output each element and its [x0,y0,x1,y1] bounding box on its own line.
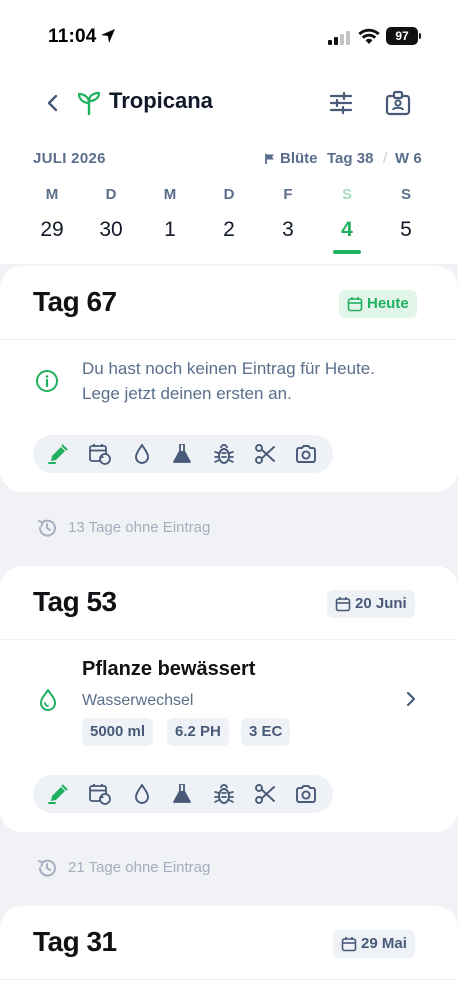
date-badge: 20 Juni [327,590,415,618]
phase-day-label: Tag 38 [327,150,374,167]
sprout-icon [77,91,101,116]
scissors-icon[interactable] [253,782,277,806]
card-title: Tag 53 [33,586,117,617]
calendar-header: JULI 2026 Blüte Tag 38 / W 6 [0,150,458,170]
day-letter: M [163,186,177,203]
wifi-icon [358,28,380,44]
day-cell[interactable]: S5 [386,186,426,242]
camera-icon[interactable] [294,442,318,466]
cellular-signal-icon [328,31,350,45]
flag-icon [265,154,274,164]
card-title: Tag 31 [33,926,117,957]
message-line: Du hast noch keinen Eintrag für Heute. [82,359,375,378]
date-badge-label: 29 Mai [361,935,407,952]
battery-tip [419,33,421,39]
info-icon [36,370,58,392]
value-chip: 5000 ml [82,718,154,746]
calendar-repeat-icon[interactable] [88,782,112,806]
battery-indicator: 97 [386,27,418,45]
page-title: Tropicana [109,88,213,113]
empty-day-message: Du hast noch keinen Eintrag für Heute. L… [82,356,375,406]
entry-subtitle: Wasserwechsel [82,692,194,709]
day-letter: M [45,186,59,203]
day-letter: S [341,186,352,203]
day-cell-selected[interactable]: S4 [327,186,367,254]
back-chevron-icon[interactable] [40,90,66,116]
scissors-icon[interactable] [253,442,277,466]
nav-bar: Tropicana [0,82,458,122]
day-number: 4 [341,218,353,241]
date-badge: Heute [339,290,417,318]
chevron-right-icon [406,691,416,707]
water-drop-icon[interactable] [130,782,154,806]
day-cell[interactable]: F3 [268,186,308,242]
card-header: Tag 31 29 Mai [0,906,458,980]
value-chip: 6.2 PH [167,718,229,746]
day-number: 29 [40,218,64,241]
bug-icon[interactable] [212,442,236,466]
day-cell[interactable]: D 30 [91,186,131,242]
flask-icon[interactable] [170,442,194,466]
date-badge-label: Heute [367,295,409,312]
flask-icon[interactable] [170,782,194,806]
card-header: Tag 67 Heute [0,266,458,340]
day-number: 3 [282,218,294,241]
day-letter: D [105,186,117,203]
day-card: Tag 31 29 Mai [0,906,458,1000]
day-number: 5 [400,218,412,241]
status-bar: 11:04 97 [0,22,458,52]
day-letter: S [400,186,411,203]
separator: / [383,150,388,167]
message-line: Lege jetzt deinen ersten an. [82,384,292,403]
grow-phase-label: Blüte [280,150,318,167]
history-icon [38,519,56,537]
date-badge: 29 Mai [333,930,415,958]
day-card: Tag 53 20 Juni Pflanze bewässert Wasserw… [0,566,458,832]
day-number: 2 [223,218,235,241]
history-icon [38,859,56,877]
day-letter: D [223,186,235,203]
calendar-repeat-icon[interactable] [88,442,112,466]
day-card: Tag 67 Heute Du hast noch keinen Eintrag… [0,266,458,492]
water-drop-icon [40,689,56,711]
calendar-icon [341,937,357,952]
date-badge-label: 20 Juni [355,595,407,612]
card-title: Tag 67 [33,286,117,317]
calendar-icon [347,297,363,312]
calendar-icon [335,597,351,612]
day-cell[interactable]: D2 [209,186,249,242]
day-number: 30 [99,218,123,241]
edit-icon[interactable] [46,442,70,466]
gap-label: 21 Tage ohne Eintrag [68,859,211,876]
action-toolbar [33,775,333,813]
day-cell[interactable]: M 29 [32,186,72,242]
status-time: 11:04 [48,26,97,47]
id-badge-icon[interactable] [384,89,412,117]
selected-day-indicator [333,250,361,254]
week-label: W 6 [395,150,422,167]
day-cell[interactable]: M1 [150,186,190,242]
day-number: 1 [164,218,176,241]
gap-label: 13 Tage ohne Eintrag [68,519,211,536]
bug-icon[interactable] [212,782,236,806]
sliders-icon[interactable] [328,90,354,116]
day-letter: F [283,186,293,203]
month-label[interactable]: JULI 2026 [33,150,106,167]
top-area: 11:04 97 Tropicana JULI 2026 Blüte Tag 3… [0,0,458,264]
card-header: Tag 53 20 Juni [0,566,458,640]
water-drop-icon[interactable] [130,442,154,466]
action-toolbar [33,435,333,473]
entry-title: Pflanze bewässert [82,658,256,680]
camera-icon[interactable] [294,782,318,806]
edit-icon[interactable] [46,782,70,806]
value-chip: 3 EC [241,718,291,746]
location-arrow-icon [101,29,115,43]
